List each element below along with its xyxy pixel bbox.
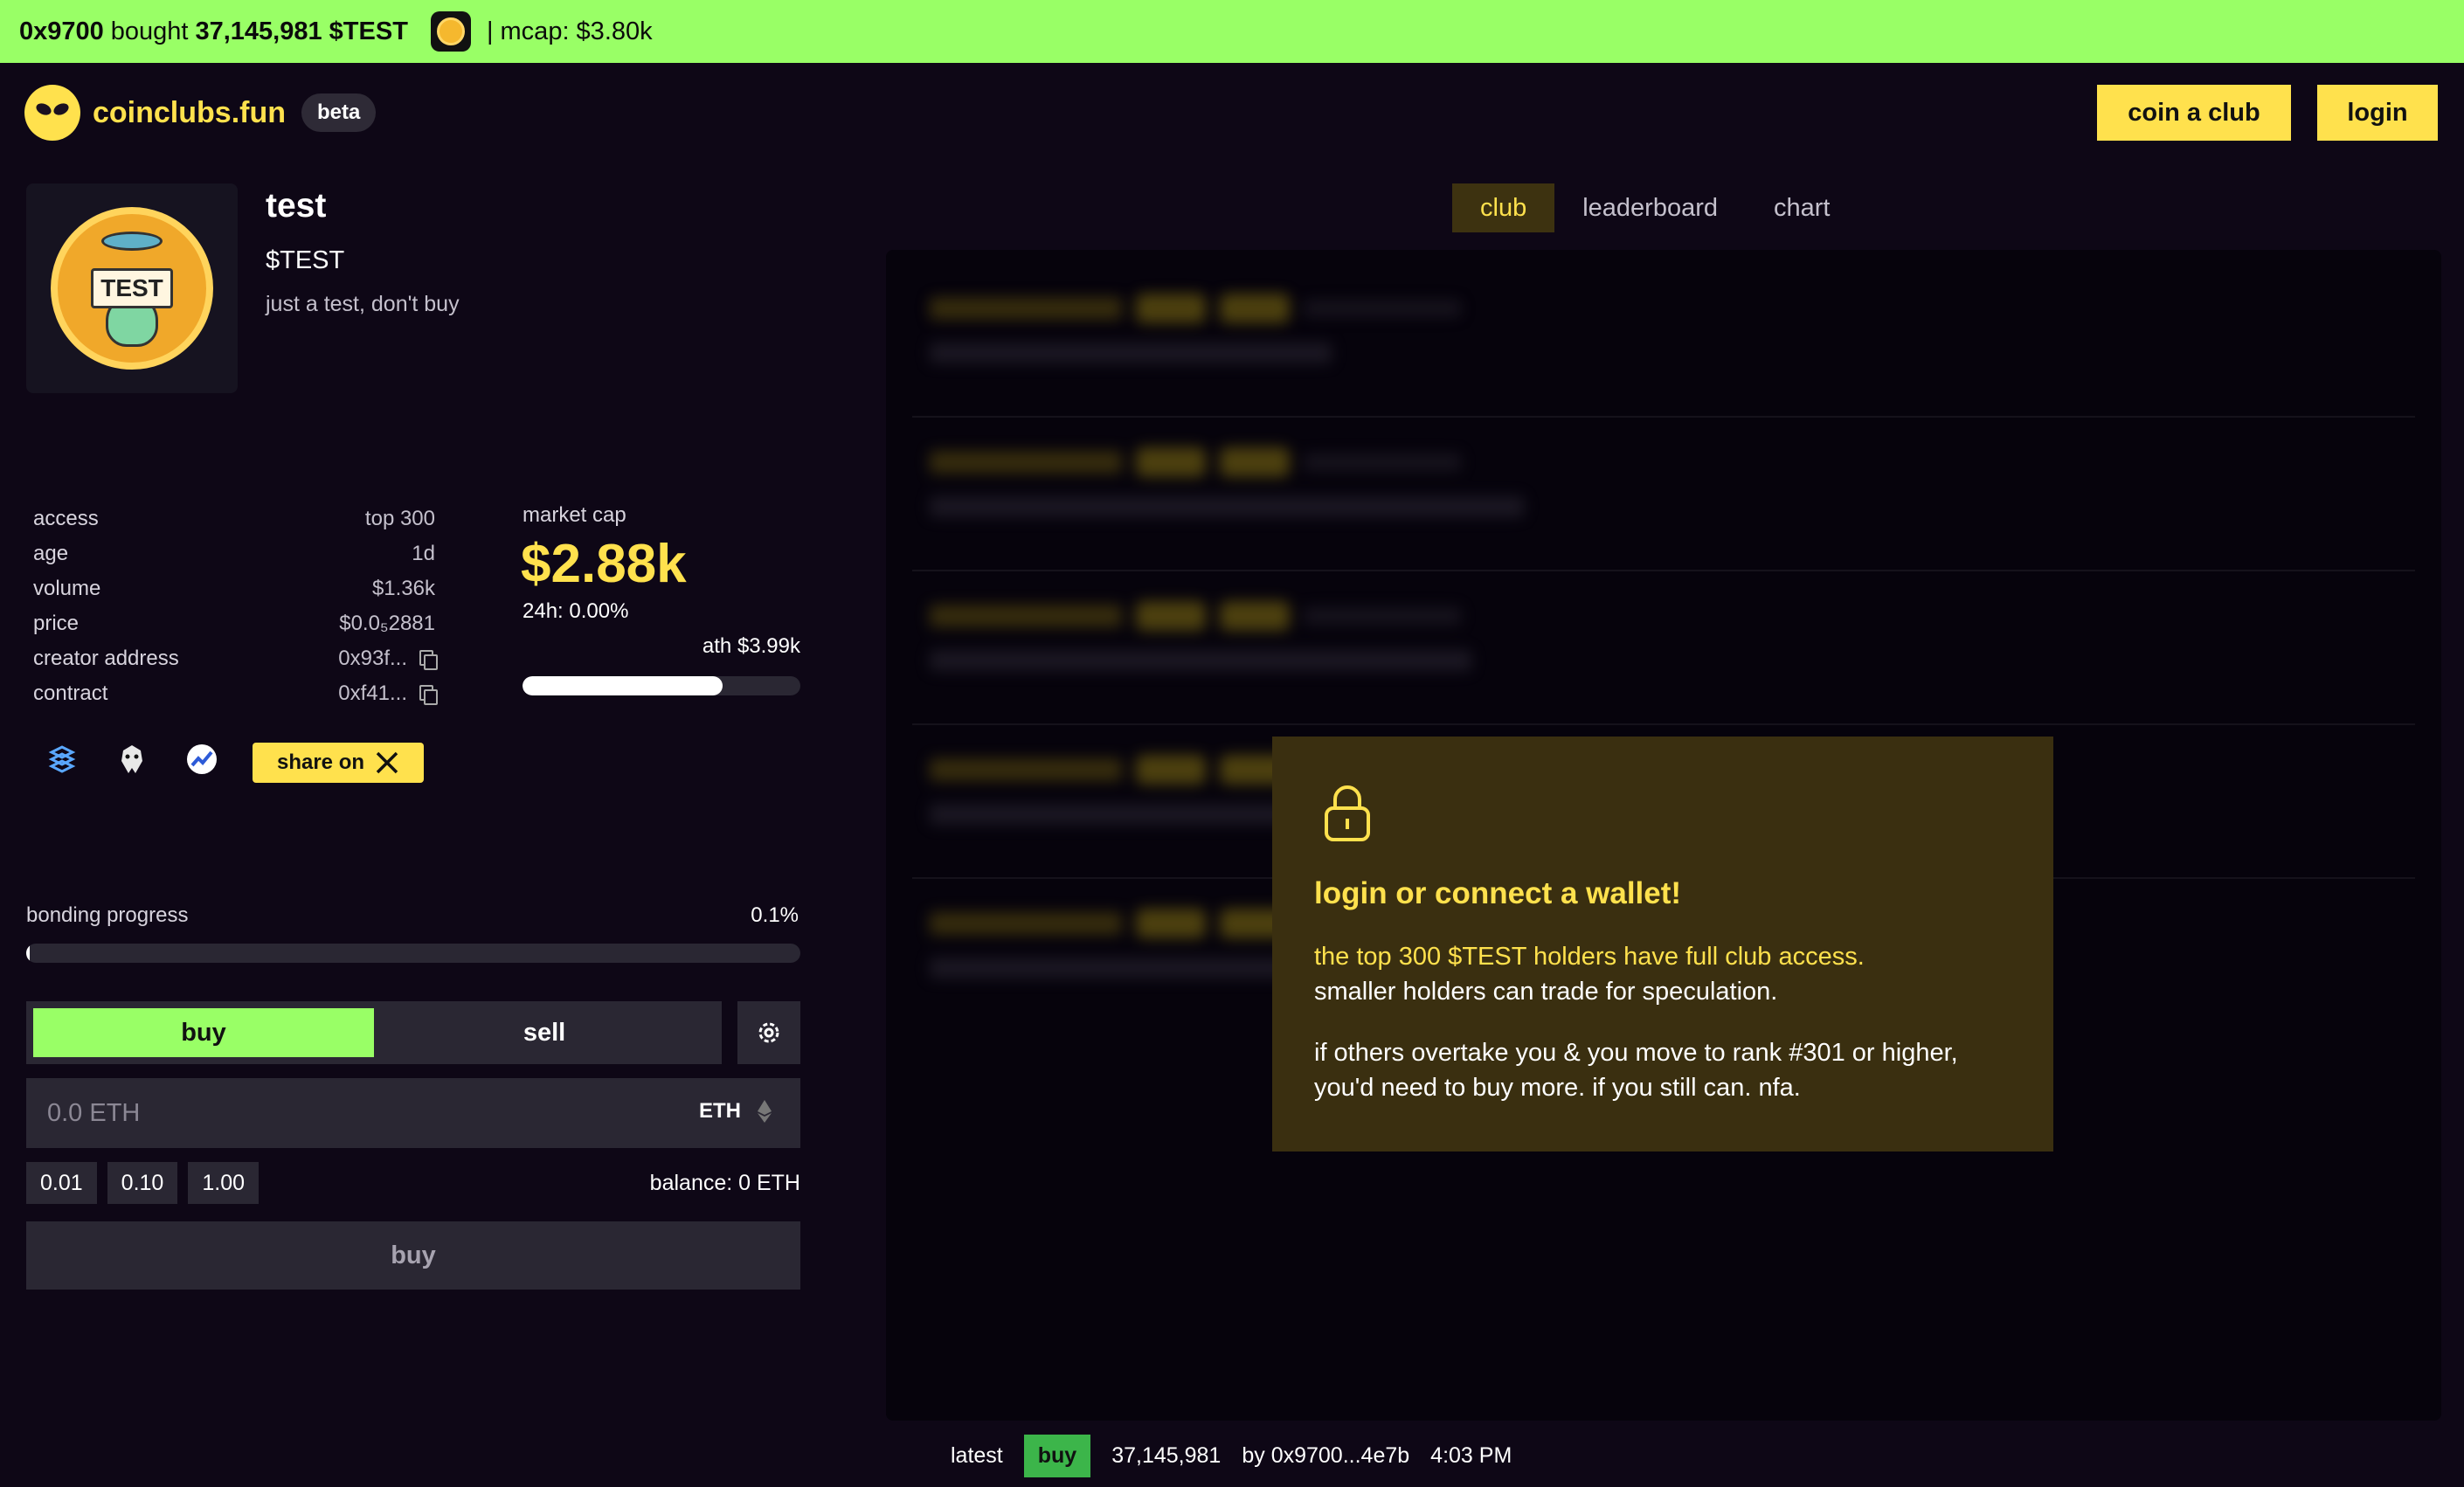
latest-by[interactable]: by 0x9700...4e7b — [1242, 1443, 1409, 1469]
bonding-progress-fill — [26, 944, 31, 963]
stat-label: volume — [33, 577, 101, 600]
bonding-progress-value: 0.1% — [751, 903, 799, 927]
trade-type-badge: buy — [1023, 1435, 1091, 1477]
balance: balance: 0 ETH — [649, 1171, 800, 1195]
coin-a-club-button[interactable]: coin a club — [2097, 85, 2291, 141]
ticker-mcap: | mcap: $3.80k — [486, 17, 653, 45]
amount-input[interactable] — [47, 1098, 536, 1128]
stat-label: access — [33, 507, 99, 530]
alien-logo-icon — [24, 85, 80, 141]
stat-row-contract: contract 0xf41... — [33, 676, 438, 711]
login-overlay: login or connect a wallet! the top 300 $… — [1272, 737, 2053, 1152]
activity-ticker: 0x9700 bought 37,145,981 $TEST | mcap: $… — [0, 0, 2464, 63]
stat-row-age: age 1d — [33, 536, 435, 571]
login-button[interactable]: login — [2317, 85, 2438, 141]
market-cap-change: 24h: 0.00% — [523, 599, 629, 623]
tab-leaderboard[interactable]: leaderboard — [1554, 183, 1746, 232]
latest-amount: 37,145,981 — [1111, 1443, 1222, 1468]
coin-medal-icon: TEST — [51, 207, 213, 370]
ticker-action: bought — [110, 17, 189, 45]
stat-label: price — [33, 612, 80, 635]
latest-time: 4:03 PM — [1430, 1443, 1512, 1468]
bonding-progress-bar — [26, 944, 800, 963]
bonding-progress-label: bonding progress — [26, 903, 189, 927]
stat-label: contract — [33, 681, 108, 705]
stat-row-volume: volume $1.36k — [33, 571, 435, 606]
market-cap-value: $2.88k — [521, 534, 687, 594]
dexscreener-icon[interactable] — [44, 741, 80, 778]
share-label: share on — [276, 750, 365, 774]
blurred-message — [930, 447, 2371, 552]
overlay-line: if others overtake you & you move to ran… — [1314, 1039, 1958, 1067]
share-on-x-button[interactable]: share on — [253, 743, 424, 783]
stat-value: 1d — [412, 542, 435, 565]
social-links — [44, 741, 220, 778]
stat-label: creator address — [33, 647, 179, 670]
ath-value: ath $3.99k — [702, 634, 800, 658]
ticker-buyer[interactable]: 0x9700 — [19, 17, 104, 46]
coin-image: TEST — [26, 183, 238, 393]
overlay-title: login or connect a wallet! — [1314, 876, 1682, 910]
quick-amounts: 0.01 0.10 1.00 — [26, 1162, 260, 1204]
quick-amount-button[interactable]: 1.00 — [188, 1162, 260, 1204]
blurred-message — [930, 294, 2371, 398]
coin-description: just a test, don't buy — [266, 292, 460, 316]
ticker-amount: 37,145,981 $TEST — [195, 17, 408, 45]
beta-badge: beta — [301, 93, 377, 132]
tab-club[interactable]: club — [1452, 183, 1555, 232]
copy-icon[interactable] — [419, 685, 438, 705]
trade-tabs: buy sell — [26, 1001, 722, 1064]
overlay-line: smaller holders can trade for speculatio… — [1314, 978, 1778, 1006]
currency-selector[interactable]: ETH — [699, 1099, 772, 1124]
coin-stats: access top 300 age 1d volume $1.36k pric… — [33, 501, 438, 711]
coin-name: test — [266, 187, 327, 225]
overlay-line: the top 300 $TEST holders have full club… — [1314, 943, 1865, 971]
stat-row-access: access top 300 — [33, 501, 435, 536]
stat-value: top 300 — [364, 507, 435, 530]
coin-avatar-icon[interactable] — [430, 11, 471, 52]
chart-tool-icon[interactable] — [183, 741, 220, 778]
stat-value: $0.0₅2881 — [339, 612, 435, 635]
site-logo[interactable]: coinclubs.fun beta — [24, 85, 377, 141]
ath-progress-fill — [523, 676, 723, 695]
stat-label: age — [33, 542, 69, 565]
coin-ticker: $TEST — [266, 246, 345, 274]
tab-sell[interactable]: sell — [374, 1008, 715, 1057]
tab-buy[interactable]: buy — [33, 1008, 374, 1057]
ethereum-icon — [758, 1100, 772, 1123]
quick-amount-button[interactable]: 0.10 — [107, 1162, 178, 1204]
amount-field: ETH — [26, 1078, 800, 1148]
brand-name: coinclubs.fun — [93, 95, 286, 129]
stat-row-creator: creator address 0x93f... — [33, 641, 438, 676]
coin-image-sign: TEST — [91, 268, 173, 308]
lock-icon — [1325, 785, 1370, 841]
contract-address[interactable]: 0xf41... — [338, 681, 407, 706]
tab-chart[interactable]: chart — [1746, 183, 1858, 232]
ath-progress-bar — [523, 676, 800, 695]
latest-label: latest — [951, 1443, 1003, 1468]
creator-address[interactable]: 0x93f... — [338, 647, 407, 671]
view-tabs: club leaderboard chart — [1452, 183, 1858, 232]
blurred-message — [930, 601, 2371, 706]
stat-row-price: price $0.0₅2881 — [33, 606, 435, 641]
buy-submit-button[interactable]: buy — [26, 1221, 800, 1290]
market-cap-label: market cap — [523, 503, 626, 527]
settings-button[interactable] — [737, 1001, 800, 1064]
latest-trade: latest buy 37,145,981 by 0x9700...4e7b 4… — [951, 1435, 1512, 1477]
gear-icon — [758, 1022, 779, 1043]
quick-amount-button[interactable]: 0.01 — [26, 1162, 97, 1204]
copy-icon[interactable] — [419, 650, 438, 670]
x-logo-icon — [376, 751, 398, 774]
stat-value: $1.36k — [371, 577, 435, 600]
overlay-line: you'd need to buy more. if you still can… — [1314, 1074, 1801, 1102]
eagle-icon[interactable] — [114, 741, 150, 778]
currency-label: ETH — [699, 1099, 741, 1123]
